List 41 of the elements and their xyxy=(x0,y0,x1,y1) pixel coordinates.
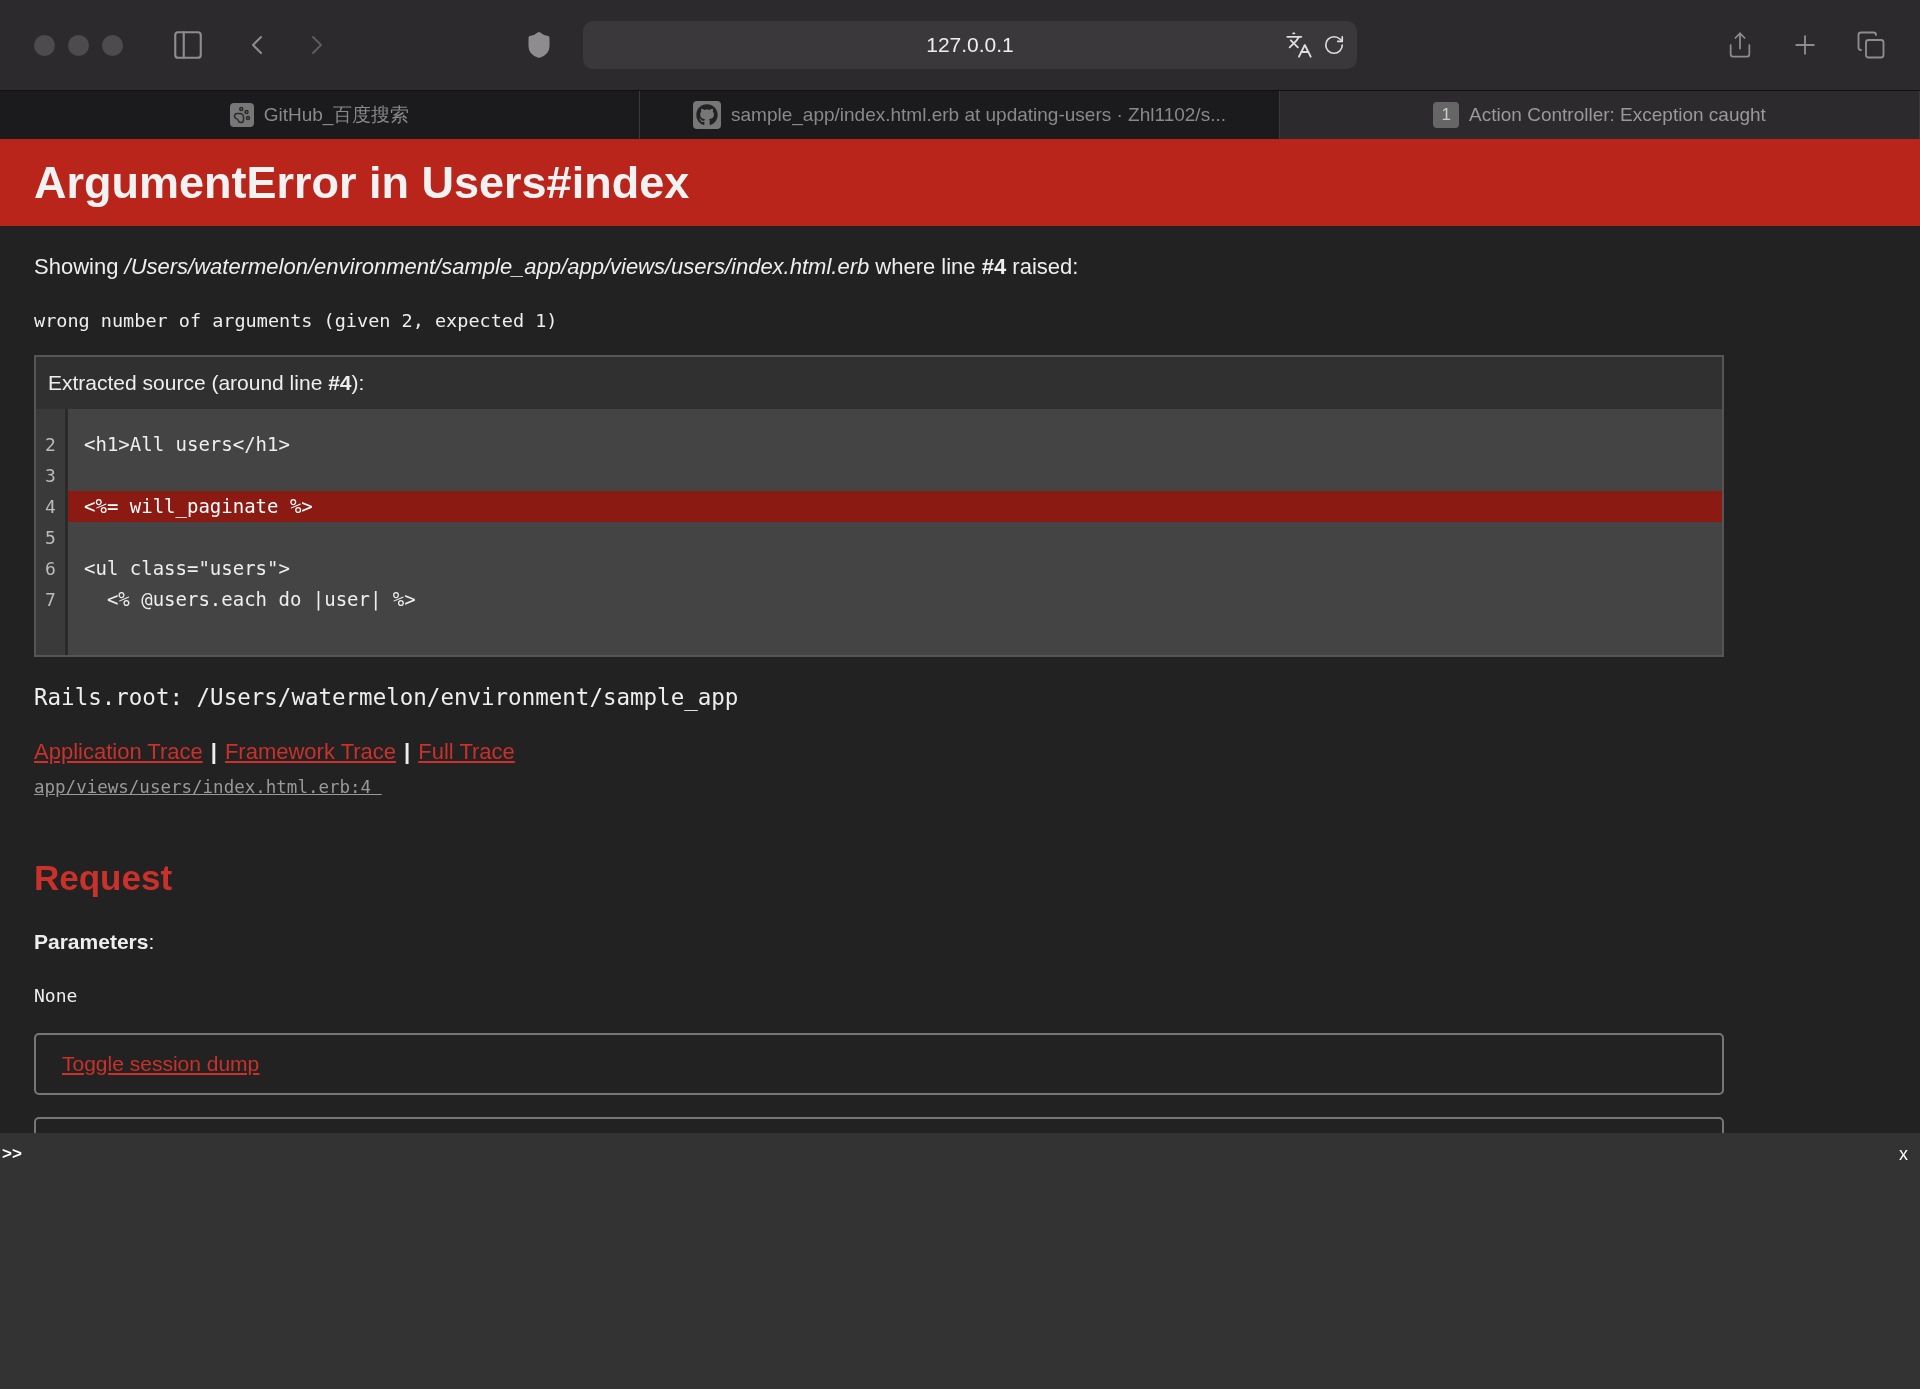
code-line: <% @users.each do |user| %> xyxy=(105,586,417,613)
tab-badge: 1 xyxy=(1433,102,1460,128)
separator-text: | xyxy=(210,737,217,766)
line-number: 3 xyxy=(44,463,57,488)
error-title: ArgumentError in Users#index xyxy=(34,155,690,210)
browser-tab[interactable]: GitHub_百度搜索 xyxy=(0,91,640,139)
toggle-session-link[interactable]: Toggle session dump xyxy=(62,1048,260,1080)
trace-link[interactable]: Framework Trace xyxy=(224,734,397,768)
translate-icon[interactable] xyxy=(1285,31,1313,59)
trace-link[interactable]: Application Trace xyxy=(34,734,203,768)
source-title: Extracted source (around line #4): xyxy=(47,369,366,396)
line-number: 6 xyxy=(44,556,57,581)
tab-title: GitHub_百度搜索 xyxy=(263,102,410,128)
line-number: 4 xyxy=(44,494,57,519)
url-text: 127.0.0.1 xyxy=(926,32,1014,59)
request-heading: Request xyxy=(34,856,174,899)
cat-logo-icon xyxy=(693,101,721,129)
address-bar[interactable]: 127.0.0.1 xyxy=(583,21,1357,69)
paw-icon xyxy=(229,103,254,127)
tab-title: Action Controller: Exception caught xyxy=(1469,102,1766,127)
trace-link[interactable]: Full Trace xyxy=(418,734,515,768)
error-message: wrong number of arguments (given 2, expected 1) xyxy=(34,309,559,333)
console-close-button[interactable]: x xyxy=(1899,1141,1908,1168)
showing-text: Showing /Users/watermelon/environment/sample_app/app/views/users/index.html.erb where line #4 raised: xyxy=(34,253,1080,281)
sidebar-icon[interactable] xyxy=(171,28,205,62)
parameters-value: None xyxy=(34,983,79,1008)
tab-title: sample_app/index.html.erb at updating-users · Zhl1102/s... xyxy=(731,102,1226,128)
tab-overview-icon[interactable] xyxy=(1856,30,1886,60)
line-number: 7 xyxy=(44,587,57,612)
trace-entry-link[interactable]: app/views/users/index.html.erb:4 xyxy=(34,773,382,800)
reload-icon[interactable] xyxy=(1323,34,1345,56)
browser-tab[interactable]: sample_app/index.html.erb at updating-users · Zhl1102/s... xyxy=(640,91,1280,139)
rails-root: Rails.root: /Users/watermelon/environment/sample_app xyxy=(34,682,740,713)
line-number: 5 xyxy=(44,525,57,550)
browser-tab[interactable]: 1 Action Controller: Exception caught xyxy=(1280,91,1920,139)
separator-text: | xyxy=(404,737,411,766)
console-prompt: >> xyxy=(2,1143,22,1165)
code-line: <h1>All users</h1> xyxy=(83,431,291,457)
code-line: <ul class="users"> xyxy=(83,555,291,581)
parameters-label: Parameters: xyxy=(34,929,156,956)
line-number: 2 xyxy=(44,432,57,457)
